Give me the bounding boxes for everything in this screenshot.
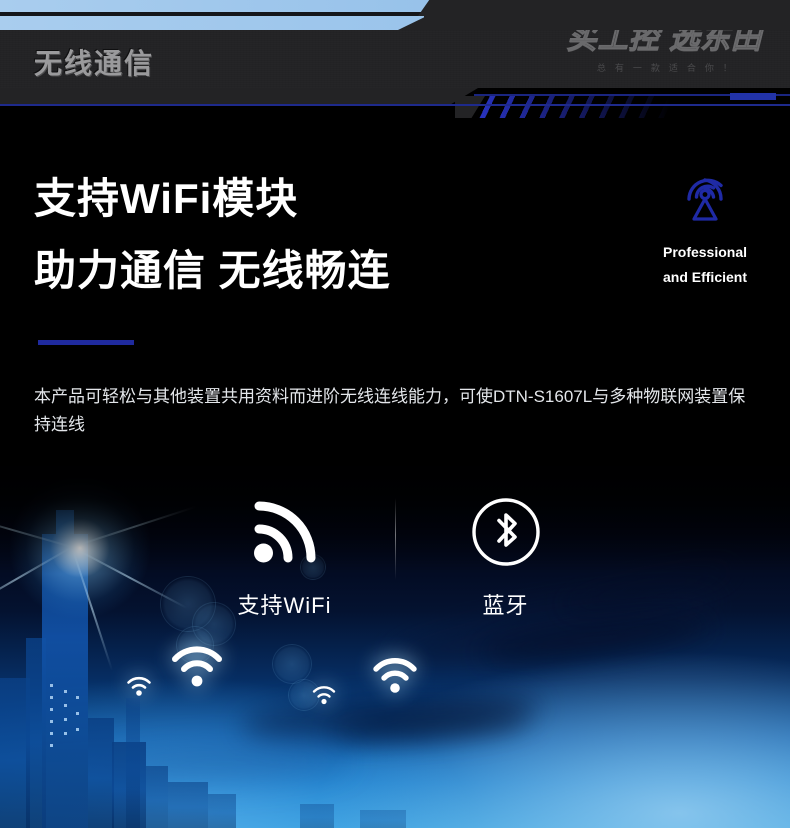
feature-row: 支持WiFi 蓝牙 bbox=[0, 490, 790, 640]
top-accent-band bbox=[0, 0, 790, 30]
city-wifi-glow bbox=[370, 652, 420, 696]
bluetooth-icon bbox=[396, 490, 616, 574]
diagonal-stripe-bar bbox=[0, 88, 790, 118]
band-dark-right-lower bbox=[430, 16, 790, 30]
building bbox=[146, 766, 168, 828]
hero-heading-line1: 支持WiFi模块 bbox=[34, 175, 299, 222]
building bbox=[208, 794, 236, 828]
building bbox=[168, 782, 208, 828]
section-title: 无线通信 bbox=[34, 48, 155, 79]
feature-wifi[interactable]: 支持WiFi bbox=[175, 490, 395, 620]
band-lower bbox=[0, 16, 424, 30]
stripe-hairline bbox=[0, 104, 790, 106]
badge-caption-line2: and Efficient bbox=[662, 269, 747, 285]
city-wifi-glow bbox=[310, 682, 338, 706]
feature-bluetooth[interactable]: 蓝牙 bbox=[396, 490, 616, 620]
feature-wifi-label: 支持WiFi bbox=[237, 593, 332, 618]
accent-divider bbox=[38, 340, 134, 345]
feature-bluetooth-label: 蓝牙 bbox=[482, 593, 529, 618]
hero-heading-line2: 助力通信 无线畅连 bbox=[34, 247, 391, 294]
wireless-communication-banner: 无线通信 买工控 选东田 总有一款适合你！ 支持WiFi模块 助力通信 无线畅连… bbox=[0, 0, 790, 828]
badge-caption-line1: Professional bbox=[662, 244, 748, 260]
building bbox=[300, 804, 334, 828]
building bbox=[88, 718, 114, 828]
building bbox=[360, 810, 406, 828]
diagonal-stripes bbox=[470, 96, 670, 118]
blue-accent-box bbox=[730, 93, 776, 100]
city-wifi-glow bbox=[124, 672, 154, 698]
wifi-signal-icon bbox=[175, 490, 395, 574]
logo-tagline: 总有一款适合你！ bbox=[596, 63, 741, 73]
brand-logo: 买工控 选东田 总有一款适合你！ bbox=[566, 23, 762, 74]
broadcast-tower-icon bbox=[652, 166, 758, 228]
city-wifi-glow bbox=[168, 640, 226, 690]
bokeh-circle bbox=[272, 644, 312, 684]
professional-badge: Professional and Efficient bbox=[652, 166, 758, 288]
building bbox=[126, 698, 140, 828]
hero-description: 本产品可轻松与其他装置共用资料而进阶无线连线能力，可使DTN-S1607L与多种… bbox=[34, 387, 746, 435]
